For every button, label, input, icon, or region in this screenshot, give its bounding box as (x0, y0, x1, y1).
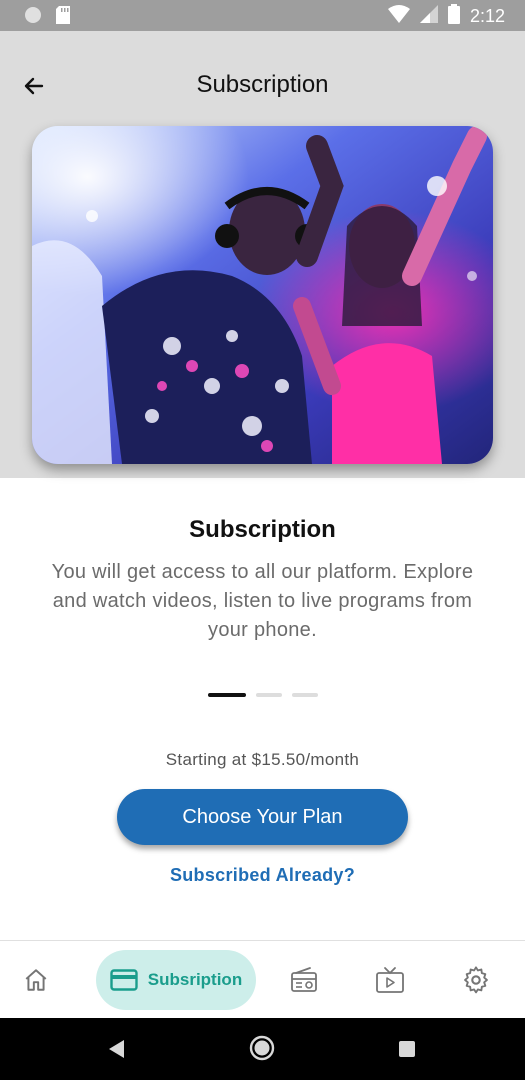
status-time: 2:12 (469, 6, 505, 26)
circle-notification-icon (24, 6, 42, 29)
status-bar: 2:12 (0, 0, 525, 31)
header-area: Subscription (0, 31, 525, 478)
radio-icon (291, 967, 317, 992)
app-bar: Subscription (0, 31, 525, 141)
system-home-button[interactable] (249, 1035, 275, 1066)
page-dot (255, 693, 282, 697)
nav-item-subscription[interactable]: Subsription (96, 950, 256, 1010)
cell-signal-icon (419, 5, 438, 28)
page-indicator (0, 693, 525, 697)
subscribed-already-link[interactable]: Subscribed Already? (0, 865, 525, 886)
price-text: Starting at $15.50/month (165, 750, 360, 769)
choose-plan-button[interactable]: Choose Your Plan (117, 789, 408, 845)
page-dot-active (207, 693, 246, 697)
system-navigation-bar (0, 1018, 525, 1080)
gear-icon (464, 966, 488, 994)
content-title: Subscription (189, 516, 336, 543)
tv-icon (376, 967, 404, 993)
sd-card-icon (56, 6, 70, 29)
nav-item-radio[interactable] (282, 941, 326, 1019)
circle-home-icon (249, 1035, 275, 1061)
credit-card-icon (110, 969, 138, 991)
page-dot (291, 693, 318, 697)
nav-item-subscription-label: Subsription (147, 970, 243, 989)
bottom-navigation: Subsription (0, 940, 525, 1018)
nav-item-home[interactable] (14, 941, 58, 1019)
square-recents-icon (399, 1041, 415, 1057)
nav-item-settings[interactable] (454, 941, 498, 1019)
triangle-back-icon (109, 1040, 124, 1058)
nav-item-tv[interactable] (368, 941, 412, 1019)
wifi-icon (387, 5, 410, 28)
home-icon (25, 969, 47, 991)
system-back-button[interactable] (106, 1038, 126, 1065)
battery-icon (447, 4, 460, 29)
page-title: Subscription (196, 71, 329, 98)
content-description: You will get access to all our platform.… (51, 561, 474, 641)
system-recents-button[interactable] (398, 1040, 416, 1063)
hero-image (32, 126, 493, 464)
